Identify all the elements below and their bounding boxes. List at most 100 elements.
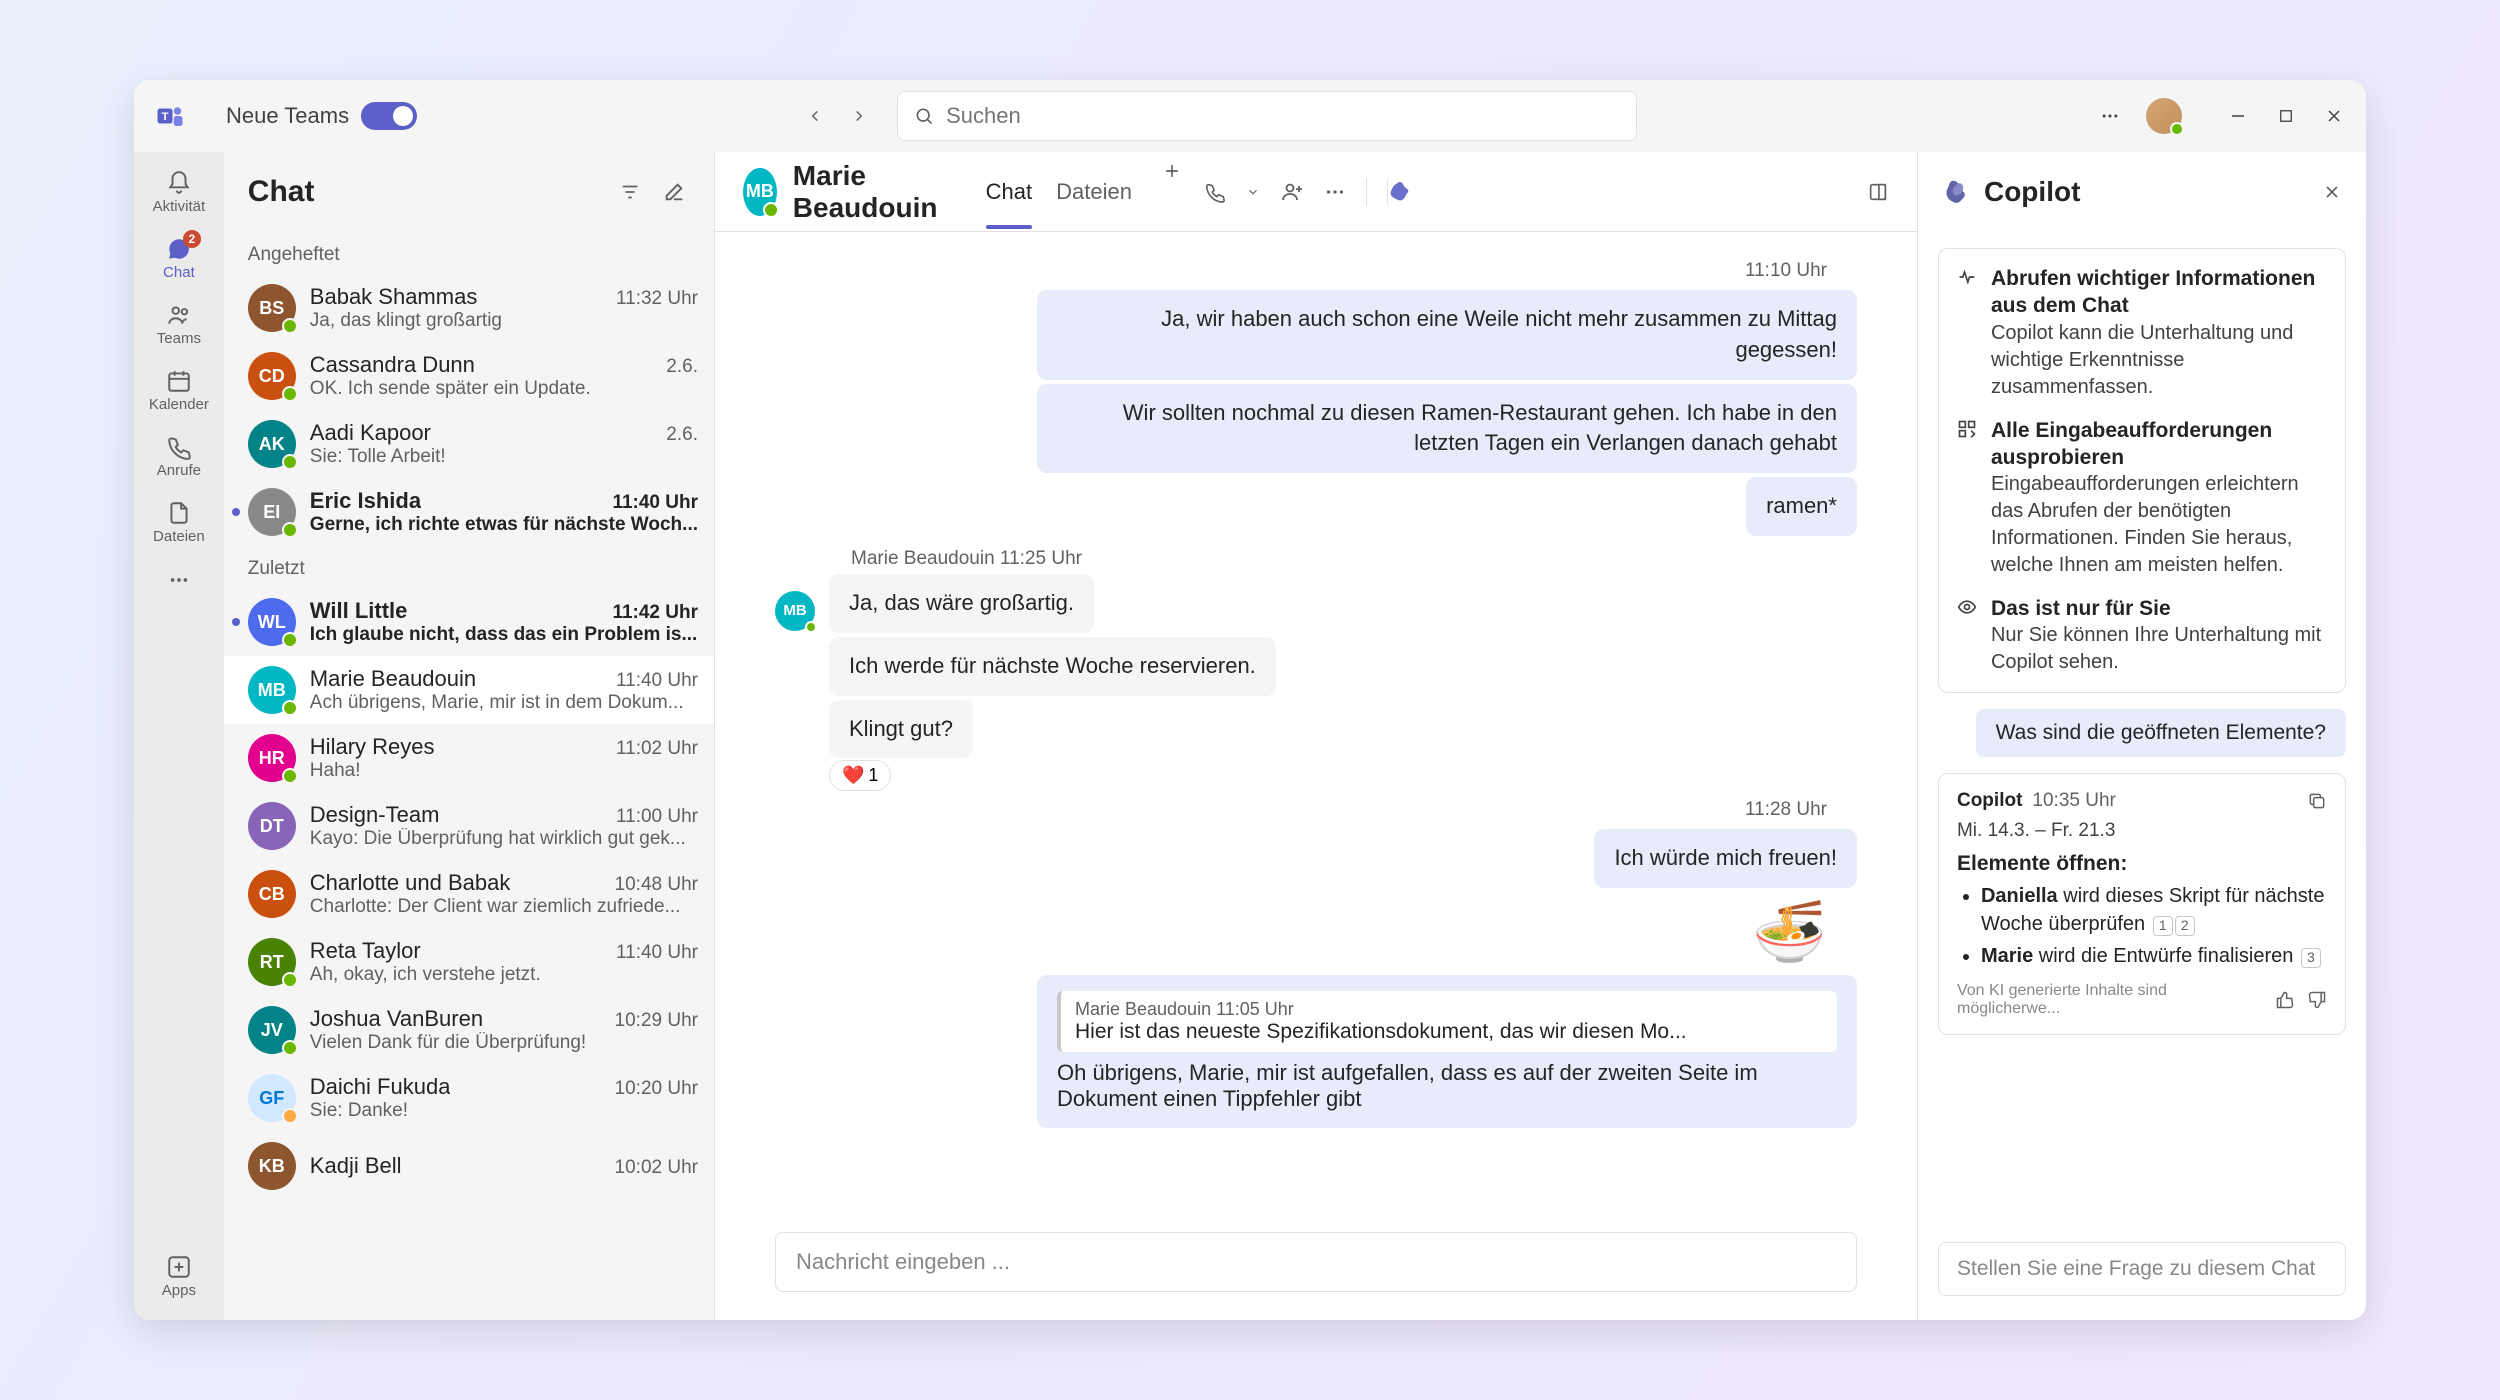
copilot-close-button[interactable] xyxy=(2322,182,2342,202)
message-reaction[interactable]: ❤️ 1 xyxy=(829,760,891,791)
quoted-message[interactable]: Marie Beaudouin 11:05 Uhr Hier ist das n… xyxy=(1037,975,1857,1128)
ref-badge[interactable]: 1 xyxy=(2153,916,2173,936)
chat-item[interactable]: CB Charlotte und Babak10:48 UhrCharlotte… xyxy=(224,860,714,928)
conversation-header: MB Marie Beaudouin Chat Dateien xyxy=(715,152,1917,232)
avatar: BS xyxy=(248,284,296,332)
avatar: EI xyxy=(248,488,296,536)
suggestion-pill[interactable]: Was sind die geöffneten Elemente? xyxy=(1976,709,2346,757)
search-input-container[interactable] xyxy=(897,91,1637,141)
rail-apps[interactable]: Apps xyxy=(143,1244,215,1308)
tab-files[interactable]: Dateien xyxy=(1056,155,1132,229)
rail-calendar[interactable]: Kalender xyxy=(143,358,215,422)
message-avatar[interactable]: MB xyxy=(775,591,815,631)
compose-button[interactable] xyxy=(658,176,690,208)
ref-badge[interactable]: 3 xyxy=(2301,948,2321,968)
rail-activity[interactable]: Aktivität xyxy=(143,160,215,224)
copilot-title: Copilot xyxy=(1984,176,2310,208)
chat-item[interactable]: KB Kadji Bell10:02 Uhr xyxy=(224,1132,714,1200)
chat-item[interactable]: GF Daichi Fukuda10:20 UhrSie: Danke! xyxy=(224,1064,714,1132)
chat-item[interactable]: WL Will Little11:42 UhrIch glaube nicht,… xyxy=(224,588,714,656)
svg-text:T: T xyxy=(162,111,169,123)
apps-icon xyxy=(166,1254,192,1280)
tab-chat[interactable]: Chat xyxy=(986,155,1032,229)
rail-chat[interactable]: 2 Chat xyxy=(143,226,215,290)
copilot-tips-card: Abrufen wichtiger Informationen aus dem … xyxy=(1938,248,2346,693)
popout-button[interactable] xyxy=(1867,181,1889,203)
conversation-panel: MB Marie Beaudouin Chat Dateien xyxy=(715,152,1917,1320)
avatar: CD xyxy=(248,352,296,400)
call-button[interactable] xyxy=(1204,181,1226,203)
file-icon xyxy=(166,500,192,526)
rail-calls[interactable]: Anrufe xyxy=(143,424,215,488)
copilot-input[interactable]: Stellen Sie eine Frage zu diesem Chat xyxy=(1938,1242,2346,1296)
nav-forward-button[interactable] xyxy=(841,98,877,134)
message-compose-input[interactable]: Nachricht eingeben ... xyxy=(775,1232,1857,1292)
calendar-icon xyxy=(166,368,192,394)
message-out[interactable]: Ja, wir haben auch schon eine Weile nich… xyxy=(1037,290,1857,380)
filter-button[interactable] xyxy=(614,176,646,208)
avatar: WL xyxy=(248,598,296,646)
chat-item[interactable]: JV Joshua VanBuren10:29 UhrVielen Dank f… xyxy=(224,996,714,1064)
avatar: GF xyxy=(248,1074,296,1122)
section-pinned: Angeheftet xyxy=(224,232,714,274)
message-out[interactable]: Wir sollten nochmal zu diesen Ramen-Rest… xyxy=(1037,384,1857,474)
minimize-button[interactable] xyxy=(2226,104,2250,128)
message-timestamp: 11:28 Uhr xyxy=(775,799,1857,821)
search-input[interactable] xyxy=(946,103,1620,129)
conv-more-button[interactable] xyxy=(1324,181,1346,203)
rail-more[interactable] xyxy=(143,556,215,604)
chat-item[interactable]: AK Aadi Kapoor2.6.Sie: Tolle Arbeit! xyxy=(224,410,714,478)
chat-item[interactable]: HR Hilary Reyes11:02 UhrHaha! xyxy=(224,724,714,792)
add-people-button[interactable] xyxy=(1280,180,1304,204)
chat-item[interactable]: CD Cassandra Dunn2.6.OK. Ich sende späte… xyxy=(224,342,714,410)
avatar: MB xyxy=(248,666,296,714)
avatar: KB xyxy=(248,1142,296,1190)
emoji-message[interactable]: 🍜 xyxy=(775,896,1857,967)
avatar: AK xyxy=(248,420,296,468)
avatar: CB xyxy=(248,870,296,918)
section-recent: Zuletzt xyxy=(224,546,714,588)
chat-list-title: Chat xyxy=(248,175,602,209)
profile-avatar[interactable] xyxy=(2146,98,2182,134)
response-item: Daniella wird dieses Skript für nächste … xyxy=(1981,882,2327,938)
copy-icon[interactable] xyxy=(2307,791,2327,811)
new-teams-toggle[interactable] xyxy=(361,102,417,130)
message-out[interactable]: Ich würde mich freuen! xyxy=(1594,829,1857,888)
rail-files[interactable]: Dateien xyxy=(143,490,215,554)
avatar: DT xyxy=(248,802,296,850)
phone-icon xyxy=(166,434,192,460)
message-in[interactable]: Ich werde für nächste Woche reservieren. xyxy=(829,637,1276,696)
message-in[interactable]: Ja, das wäre großartig. xyxy=(829,574,1094,633)
chat-item[interactable]: MB Marie Beaudouin11:40 UhrAch übrigens,… xyxy=(224,656,714,724)
copilot-panel: Copilot Abrufen wichtiger Informationen … xyxy=(1917,152,2366,1320)
chat-item[interactable]: DT Design-Team11:00 UhrKayo: Die Überprü… xyxy=(224,792,714,860)
titlebar: T Neue Teams xyxy=(134,80,2366,152)
chat-item[interactable]: RT Reta Taylor11:40 UhrAh, okay, ich ver… xyxy=(224,928,714,996)
ref-badge[interactable]: 2 xyxy=(2175,916,2195,936)
thumbs-down-button[interactable] xyxy=(2307,990,2327,1010)
more-options-button[interactable] xyxy=(2098,104,2122,128)
chat-item[interactable]: BS Babak Shammas11:32 UhrJa, das klingt … xyxy=(224,274,714,342)
avatar: RT xyxy=(248,938,296,986)
people-icon xyxy=(166,302,192,328)
app-rail: Aktivität 2 Chat Teams Kalender Anrufe xyxy=(134,152,224,1320)
chat-badge: 2 xyxy=(183,230,201,248)
copilot-toggle-button[interactable] xyxy=(1387,180,1847,204)
thumbs-up-button[interactable] xyxy=(2275,990,2295,1010)
close-button[interactable] xyxy=(2322,104,2346,128)
add-tab-button[interactable] xyxy=(1156,155,1188,187)
new-teams-label: Neue Teams xyxy=(226,103,349,129)
conv-title: Marie Beaudouin xyxy=(793,160,952,224)
nav-back-button[interactable] xyxy=(797,98,833,134)
conv-avatar[interactable]: MB xyxy=(743,168,777,216)
maximize-button[interactable] xyxy=(2274,104,2298,128)
message-out[interactable]: ramen* xyxy=(1746,477,1857,536)
bell-icon xyxy=(166,170,192,196)
response-item: Marie wird die Entwürfe finalisieren 3 xyxy=(1981,942,2327,970)
message-timestamp: 11:10 Uhr xyxy=(775,260,1857,282)
chat-item[interactable]: EI Eric Ishida11:40 UhrGerne, ich richte… xyxy=(224,478,714,546)
message-in[interactable]: Klingt gut? xyxy=(829,700,973,759)
rail-teams[interactable]: Teams xyxy=(143,292,215,356)
call-dropdown[interactable] xyxy=(1246,185,1260,199)
sparkle-icon xyxy=(1957,267,1979,401)
